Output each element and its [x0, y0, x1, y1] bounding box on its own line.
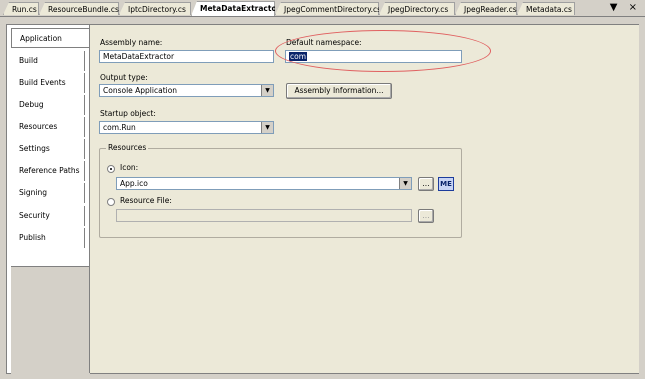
output-type-value: Console Application	[103, 86, 178, 95]
output-type-select[interactable]: Console Application ▼	[99, 84, 274, 97]
assembly-information-button[interactable]: Assembly Information...	[286, 83, 392, 99]
chevron-down-icon[interactable]: ▼	[399, 178, 411, 189]
project-properties-panel: Application Build Build Events Debug Res…	[6, 24, 639, 374]
chevron-down-icon[interactable]: ▼	[261, 122, 273, 133]
nav-application[interactable]: Application	[11, 28, 90, 48]
nav-resources[interactable]: Resources	[11, 117, 85, 137]
nav-security[interactable]: Security	[11, 206, 85, 226]
nav-filler	[11, 266, 90, 374]
startup-object-label: Startup object:	[100, 109, 156, 118]
properties-nav: Application Build Build Events Debug Res…	[7, 25, 90, 374]
nav-debug[interactable]: Debug	[11, 95, 85, 115]
resource-file-label: Resource File:	[120, 196, 172, 205]
icon-label: Icon:	[120, 163, 139, 172]
document-tab-strip: Run.cs ResourceBundle.cs IptcDirectory.c…	[0, 0, 645, 17]
resources-group-title: Resources	[106, 143, 149, 152]
nav-build-events[interactable]: Build Events	[11, 73, 85, 93]
tab-jpegreader-cs[interactable]: JpegReader.cs	[455, 2, 517, 15]
assembly-name-input[interactable]: MetaDataExtractor	[99, 50, 274, 63]
default-namespace-input[interactable]: com	[285, 50, 462, 63]
resource-file-browse-button[interactable]: ...	[418, 209, 434, 223]
tab-jpegdirectory-cs[interactable]: JpegDirectory.cs	[379, 2, 455, 15]
assembly-name-label: Assembly name:	[100, 38, 163, 47]
resources-group: Resources Icon: App.ico ▼ ... ME Resource…	[99, 143, 462, 238]
tab-jpegcommentdirectory-cs[interactable]: JpegCommentDirectory.cs	[275, 2, 379, 15]
icon-radio[interactable]	[107, 165, 115, 173]
tab-run-cs[interactable]: Run.cs	[3, 2, 39, 15]
nav-build[interactable]: Build	[11, 51, 85, 71]
selected-text: com	[289, 52, 308, 61]
resource-file-input[interactable]	[116, 209, 412, 222]
tab-resourcebundle-cs[interactable]: ResourceBundle.cs	[39, 2, 119, 15]
default-namespace-label: Default namespace:	[286, 38, 362, 47]
nav-signing[interactable]: Signing	[11, 183, 85, 203]
tab-iptcdirectory-cs[interactable]: IptcDirectory.cs	[119, 2, 191, 15]
application-page: Assembly name: MetaDataExtractor Default…	[89, 25, 639, 373]
nav-publish[interactable]: Publish	[11, 228, 85, 248]
tab-controls[interactable]: ▼ ×	[610, 2, 641, 13]
output-type-label: Output type:	[100, 73, 148, 82]
startup-object-select[interactable]: com.Run ▼	[99, 121, 274, 134]
nav-reference-paths[interactable]: Reference Paths	[11, 161, 85, 181]
chevron-down-icon[interactable]: ▼	[261, 85, 273, 96]
tab-metadataextractor[interactable]: MetaDataExtractor	[191, 1, 275, 16]
icon-preview: ME	[438, 177, 454, 191]
startup-object-value: com.Run	[103, 123, 136, 132]
tab-metadata-cs[interactable]: Metadata.cs	[517, 2, 575, 15]
icon-select[interactable]: App.ico ▼	[116, 177, 412, 190]
icon-browse-button[interactable]: ...	[418, 177, 434, 191]
icon-value: App.ico	[120, 179, 148, 188]
resource-file-radio[interactable]	[107, 198, 115, 206]
nav-settings[interactable]: Settings	[11, 139, 85, 159]
